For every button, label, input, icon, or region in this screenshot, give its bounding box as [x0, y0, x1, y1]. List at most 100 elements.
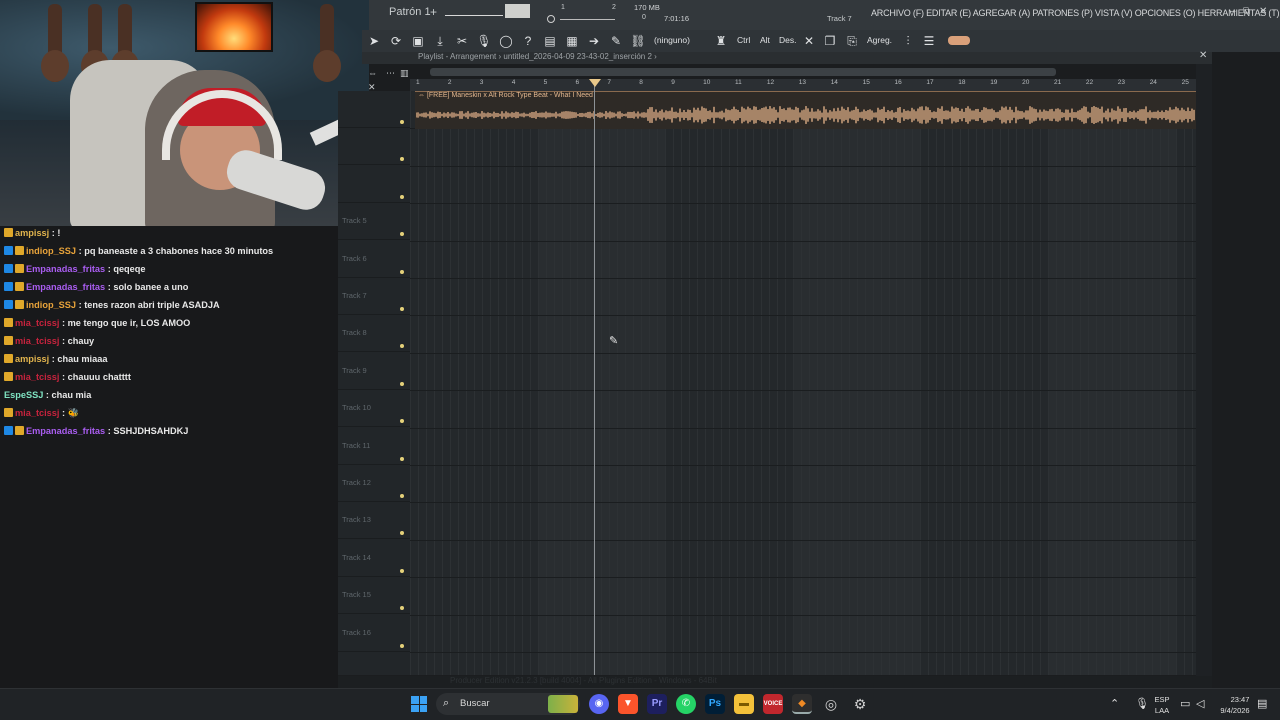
- file-explorer-icon[interactable]: ▬: [734, 694, 754, 714]
- metronome-icon[interactable]: [547, 15, 555, 23]
- help-icon[interactable]: ?: [520, 33, 536, 49]
- voicemod-icon[interactable]: VOICE: [763, 694, 783, 714]
- link-icon[interactable]: ⛓: [630, 33, 646, 49]
- track-header[interactable]: [338, 91, 410, 128]
- restore-button[interactable]: ⧉: [1243, 6, 1250, 17]
- cut-icon[interactable]: ✂: [454, 33, 470, 49]
- network-icon[interactable]: ▭: [1180, 697, 1190, 710]
- chat-username[interactable]: Empanadas_fritas: [26, 426, 105, 436]
- magnet-icon[interactable]: ⇔: [368, 68, 377, 78]
- chat-username[interactable]: EspeSSJ: [4, 390, 43, 400]
- track-mute-led[interactable]: [400, 157, 404, 162]
- track-mute-led[interactable]: [400, 194, 404, 199]
- track-header[interactable]: Track 15: [338, 577, 410, 615]
- vertical-scrollbar[interactable]: [1196, 64, 1212, 676]
- fl-studio-icon[interactable]: ◆: [792, 694, 812, 714]
- chat-username[interactable]: mia_tcissj: [15, 372, 59, 382]
- playlist-grid[interactable]: [410, 91, 1196, 675]
- track-header[interactable]: Track 16: [338, 615, 410, 652]
- track-mute-led[interactable]: [400, 643, 404, 648]
- channel-rack-icon[interactable]: ☰: [921, 33, 937, 49]
- playhead[interactable]: [594, 79, 595, 675]
- track-header[interactable]: Track 7: [338, 278, 410, 315]
- track-mute-led[interactable]: [400, 456, 404, 461]
- pencil-icon[interactable]: ✎: [608, 33, 624, 49]
- track-header[interactable]: [338, 128, 410, 166]
- track-mute-led[interactable]: [400, 232, 404, 237]
- timeline-ruler[interactable]: 1 2 3 4 5 6 7 8 9 10 11 12 13 14 15 16 17 18 19 20 21 22 23 24 2…: [410, 79, 1196, 91]
- chevron-up-icon[interactable]: ⌃: [1110, 697, 1119, 710]
- chat-username[interactable]: mia_tcissj: [15, 408, 59, 418]
- track-mute-led[interactable]: [400, 381, 404, 386]
- loop-icon[interactable]: ⟳: [388, 33, 404, 49]
- clock-date[interactable]: 9/4/2026: [1216, 706, 1254, 715]
- song-position-slider[interactable]: [560, 6, 615, 20]
- pattern-selector[interactable]: Patrón 1: [389, 6, 431, 18]
- track-mute-led[interactable]: [400, 531, 404, 536]
- chat-icon[interactable]: ◯: [498, 33, 514, 49]
- close-button[interactable]: ✕: [1259, 6, 1267, 17]
- playhead-marker[interactable]: [589, 79, 601, 87]
- track-header[interactable]: Track 13: [338, 502, 410, 540]
- snap-dropdown[interactable]: (ninguno): [654, 35, 690, 45]
- track-header[interactable]: Track 14: [338, 540, 410, 577]
- chat-username[interactable]: mia_tcissj: [15, 318, 59, 328]
- notifications-icon[interactable]: ▤: [1257, 697, 1267, 710]
- track-mute-led[interactable]: [400, 606, 404, 611]
- chat-username[interactable]: Empanadas_fritas: [26, 264, 105, 274]
- language-code[interactable]: ESP: [1152, 695, 1172, 704]
- track-mute-led[interactable]: [400, 568, 404, 573]
- copy-icon[interactable]: ❐: [822, 33, 838, 49]
- delete-icon[interactable]: ✕: [801, 33, 817, 49]
- obs-icon[interactable]: ◎: [821, 694, 841, 714]
- mic-tray-icon[interactable]: 🎙: [1135, 697, 1149, 710]
- deselect-button[interactable]: Des.: [779, 35, 796, 45]
- chat-username[interactable]: mia_tcissj: [15, 336, 59, 346]
- track-mute-led[interactable]: [400, 307, 404, 311]
- chat-username[interactable]: indiop_SSJ: [26, 300, 76, 310]
- whatsapp-icon[interactable]: ✆: [676, 694, 696, 714]
- playlist-close-icon[interactable]: ✕: [1199, 50, 1207, 61]
- discord-icon[interactable]: ◉: [589, 694, 609, 714]
- settings-icon[interactable]: ⚙: [850, 694, 870, 714]
- volume-icon[interactable]: ◁: [1196, 697, 1204, 710]
- track-mute-led[interactable]: [400, 344, 404, 349]
- grid-icon[interactable]: ▥: [400, 68, 409, 79]
- keyboard-layout[interactable]: LAA: [1152, 706, 1172, 715]
- chat-username[interactable]: Empanadas_fritas: [26, 282, 105, 292]
- mixer-icon[interactable]: ⫶: [900, 33, 916, 49]
- next-icon[interactable]: ➔: [586, 33, 602, 49]
- main-menu[interactable]: ARCHIVO (F) EDITAR (E) AGREGAR (A) PATRO…: [871, 8, 1280, 18]
- track-header[interactable]: Track 6: [338, 241, 410, 278]
- snap-icon[interactable]: ⋯: [386, 68, 395, 79]
- brave-icon[interactable]: ▼: [618, 694, 638, 714]
- chat-username[interactable]: ampissj: [15, 354, 49, 364]
- track-mute-led[interactable]: [400, 419, 404, 424]
- playlist-icon[interactable]: ▤: [542, 33, 558, 49]
- horizontal-scrollbar[interactable]: [430, 68, 1056, 76]
- render-icon[interactable]: ⤓: [432, 33, 448, 49]
- piano-roll-icon[interactable]: ▦: [564, 33, 580, 49]
- track-mute-led[interactable]: [400, 494, 404, 498]
- track-header[interactable]: Track 8: [338, 315, 410, 353]
- track-header[interactable]: Track 11: [338, 428, 410, 465]
- stamp-icon[interactable]: ♜: [713, 33, 729, 49]
- add-pattern-button[interactable]: +: [430, 5, 437, 19]
- track-mute-led[interactable]: [400, 269, 404, 274]
- chat-username[interactable]: indiop_SSJ: [26, 246, 76, 256]
- windows-start-icon[interactable]: [411, 696, 427, 712]
- save-icon[interactable]: ▣: [410, 33, 426, 49]
- arrow-tool-icon[interactable]: ➤: [366, 33, 382, 49]
- photoshop-icon[interactable]: Ps: [705, 694, 725, 714]
- track-header[interactable]: [338, 166, 410, 203]
- premiere-icon[interactable]: Pr: [647, 694, 667, 714]
- track-header[interactable]: Track 10: [338, 390, 410, 428]
- track-header[interactable]: Track 5: [338, 203, 410, 241]
- alt-toggle[interactable]: Alt: [760, 35, 770, 45]
- add-button[interactable]: Agreg.: [867, 35, 892, 45]
- track-header[interactable]: Track 9: [338, 353, 410, 390]
- chat-username[interactable]: ampissj: [15, 228, 49, 238]
- track-mute-led[interactable]: [400, 120, 404, 124]
- track-header[interactable]: Track 12: [338, 465, 410, 502]
- minimize-button[interactable]: –: [1230, 6, 1236, 17]
